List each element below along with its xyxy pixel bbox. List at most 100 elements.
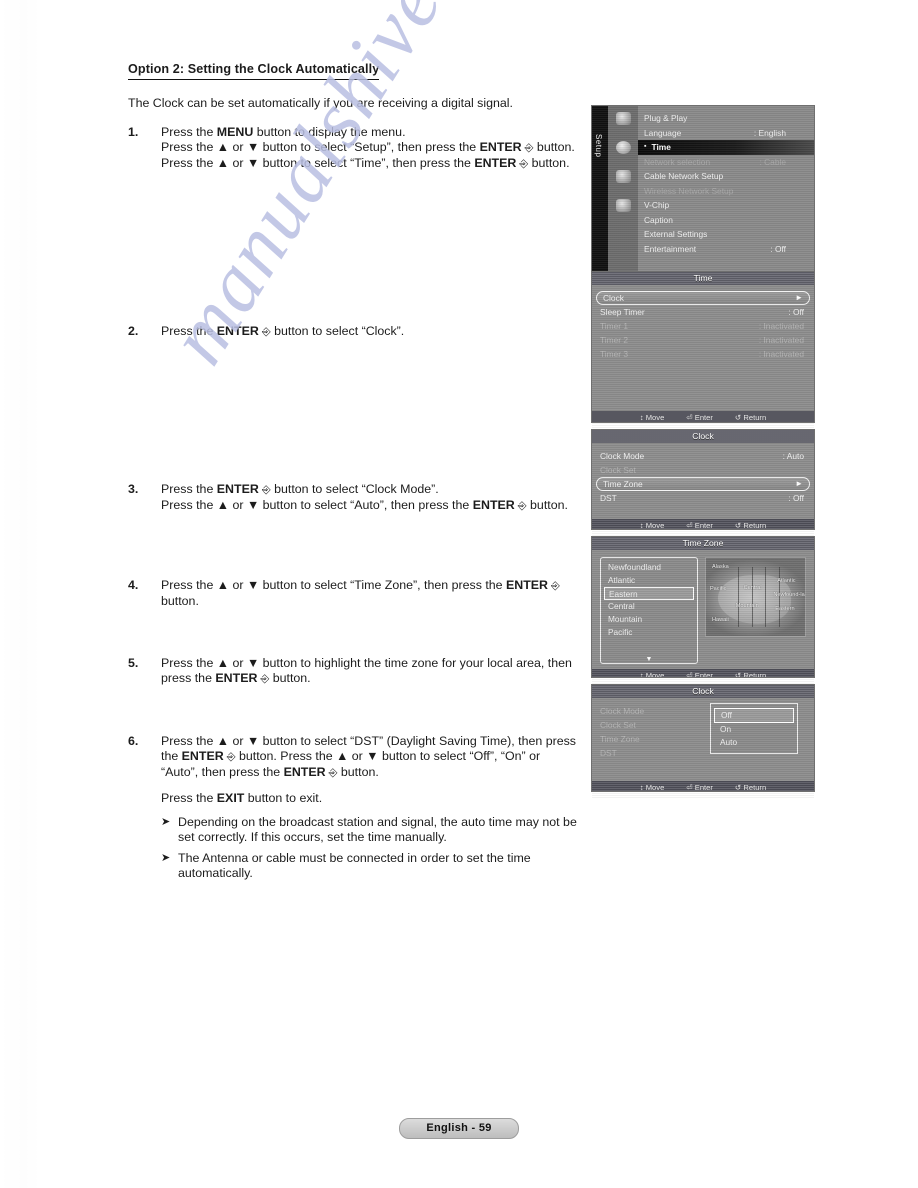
menu-item-value: : Auto <box>782 451 804 461</box>
osd-title: Clock <box>592 685 814 698</box>
hint-return: ↺ Return <box>734 671 767 677</box>
menu-item-value: : Off <box>788 493 804 503</box>
step-line: button. <box>161 594 199 608</box>
scan-shading <box>0 0 40 1188</box>
bullet-arrow-icon: ➤ <box>161 816 171 828</box>
menu-item-label: Clock Set <box>600 720 636 730</box>
osd-title: Time Zone <box>592 537 814 550</box>
bullet-arrow-icon: ➤ <box>161 852 171 864</box>
osd-screenshot-column: Setup Plug & Play Language : English ▪ T… <box>592 106 814 799</box>
dst-option-auto[interactable]: Auto <box>711 736 797 749</box>
hint-return: ↺ Return <box>734 521 767 529</box>
menu-item-wireless-network-setup[interactable]: Wireless Network Setup <box>644 184 806 199</box>
menu-item-sleep-timer[interactable]: Sleep Timer : Off <box>600 305 806 319</box>
hint-enter: ⏎ Enter <box>686 671 713 677</box>
menu-item-value <box>786 184 806 199</box>
step-3: 3. Press the ENTER ⎆ button to select “C… <box>128 482 588 514</box>
enter-icon: ⎆ <box>516 158 529 170</box>
step-line: Press the ▲ or ▼ button to select “Auto”… <box>161 498 568 512</box>
step-line: Press the ▲ or ▼ button to select “Setup… <box>161 140 575 154</box>
step-line: Press the MENU button to display the men… <box>161 125 406 139</box>
menu-item-label: Caption <box>644 214 673 225</box>
menu-item-value: : English <box>753 127 786 138</box>
menu-item-clock[interactable]: Clock ► <box>596 291 810 305</box>
menu-item-label: Clock Mode <box>600 451 645 461</box>
map-label-pacific: Pacific <box>709 586 727 593</box>
dst-dropdown[interactable]: Off On Auto <box>710 703 798 754</box>
enter-icon: ⎆ <box>223 751 236 763</box>
enter-icon: ⎆ <box>514 500 527 512</box>
menu-item-v-chip[interactable]: V-Chip <box>644 198 806 213</box>
osd-body: Clock Mode : Auto Clock Set Time Zone ► … <box>592 443 814 519</box>
osd-body: Clock ► Sleep Timer : Off Timer 1 : Inac… <box>592 285 814 411</box>
timezone-option-newfoundland[interactable]: Newfoundland <box>601 561 697 574</box>
menu-item-label: Language <box>644 127 682 138</box>
menu-item-clock-mode[interactable]: Clock Mode : Auto <box>600 449 806 463</box>
menu-item-entertainment[interactable]: Entertainment : Off <box>644 242 806 257</box>
menu-item-time-zone[interactable]: Time Zone ► <box>596 477 810 491</box>
osd-body: Newfoundland Atlantic Eastern Central Mo… <box>592 550 814 669</box>
scroll-down-icon[interactable]: ▼ <box>646 656 653 663</box>
menu-item-label: Timer 3 <box>600 349 629 359</box>
menu-item-value <box>786 227 806 242</box>
menu-item-value: : Cable <box>759 156 786 167</box>
menu-item-language[interactable]: Language : English <box>644 126 806 141</box>
menu-item-value <box>786 198 806 213</box>
menu-item-caption[interactable]: Caption <box>644 213 806 228</box>
menu-item-label: Clock <box>603 293 624 303</box>
menu-item-clock-set[interactable]: Clock Set <box>600 463 806 477</box>
step-5: 5. Press the ▲ or ▼ button to highlight … <box>128 656 588 687</box>
timezone-list[interactable]: Newfoundland Atlantic Eastern Central Mo… <box>600 557 698 664</box>
menu-item-label: Timer 2 <box>600 335 629 345</box>
menu-item-value <box>786 169 806 184</box>
step-line: Press the ENTER ⎆ button to select “Cloc… <box>161 324 405 338</box>
note-text: The Antenna or cable must be connected i… <box>178 851 531 880</box>
step-number: 6. <box>128 734 139 748</box>
step-2: 2. Press the ENTER ⎆ button to select “C… <box>128 324 588 340</box>
step-line: the ENTER ⎆ button. Press the ▲ or ▼ but… <box>161 749 541 763</box>
instruction-column: Option 2: Setting the Clock Automaticall… <box>128 62 588 881</box>
menu-item-value: : Inactivated <box>758 335 804 345</box>
menu-item-cable-network-setup[interactable]: Cable Network Setup <box>644 169 806 184</box>
timezone-option-atlantic[interactable]: Atlantic <box>601 574 697 587</box>
step-number: 1. <box>128 125 139 139</box>
menu-item-time[interactable]: ▪ Time <box>638 140 814 155</box>
menu-item-plug-play[interactable]: Plug & Play <box>644 111 806 126</box>
timezone-option-pacific[interactable]: Pacific <box>601 626 697 639</box>
menu-item-timer-3[interactable]: Timer 3 : Inactivated <box>600 347 806 361</box>
step-line: Press the ▲ or ▼ button to select “DST” … <box>161 734 576 748</box>
menu-item-timer-1[interactable]: Timer 1 : Inactivated <box>600 319 806 333</box>
note-text: Depending on the broadcast station and s… <box>178 815 577 844</box>
step-number: 4. <box>128 578 139 592</box>
chevron-right-icon: ► <box>795 293 803 302</box>
dst-option-off[interactable]: Off <box>714 708 794 723</box>
menu-item-label: Time Zone <box>600 734 640 744</box>
menu-item-label: Wireless Network Setup <box>644 185 734 196</box>
menu-item-dst[interactable]: DST : Off <box>600 491 806 505</box>
step-number: 2. <box>128 324 139 338</box>
step-line: Press the ▲ or ▼ button to highlight the… <box>161 656 572 670</box>
hint-enter: ⏎ Enter <box>686 413 713 422</box>
timezone-option-mountain[interactable]: Mountain <box>601 613 697 626</box>
hint-return: ↺ Return <box>734 413 767 422</box>
menu-item-external-settings[interactable]: External Settings <box>644 227 806 242</box>
menu-item-network-selection[interactable]: Network selection : Cable <box>644 155 806 170</box>
step-line: Press the ▲ or ▼ button to select “Time”… <box>161 156 570 170</box>
osd-dst-menu: Clock Clock Mode Clock Set Time Zone DST… <box>592 685 814 791</box>
timezone-option-eastern[interactable]: Eastern <box>604 587 694 600</box>
enter-icon: ⎆ <box>325 767 338 779</box>
menu-item-label: Network selection <box>644 156 711 167</box>
osd-body: Clock Mode Clock Set Time Zone DST Off O… <box>592 698 814 781</box>
network-icon <box>615 170 631 183</box>
dst-option-on[interactable]: On <box>711 723 797 736</box>
note-item: ➤ Depending on the broadcast station and… <box>161 815 588 845</box>
page-number-badge: English - 59 <box>399 1118 519 1139</box>
osd-title: Clock <box>592 430 814 443</box>
menu-item-timer-2[interactable]: Timer 2 : Inactivated <box>600 333 806 347</box>
timezone-option-central[interactable]: Central <box>601 600 697 613</box>
map-label-atlantic: Atlantic <box>777 578 796 585</box>
